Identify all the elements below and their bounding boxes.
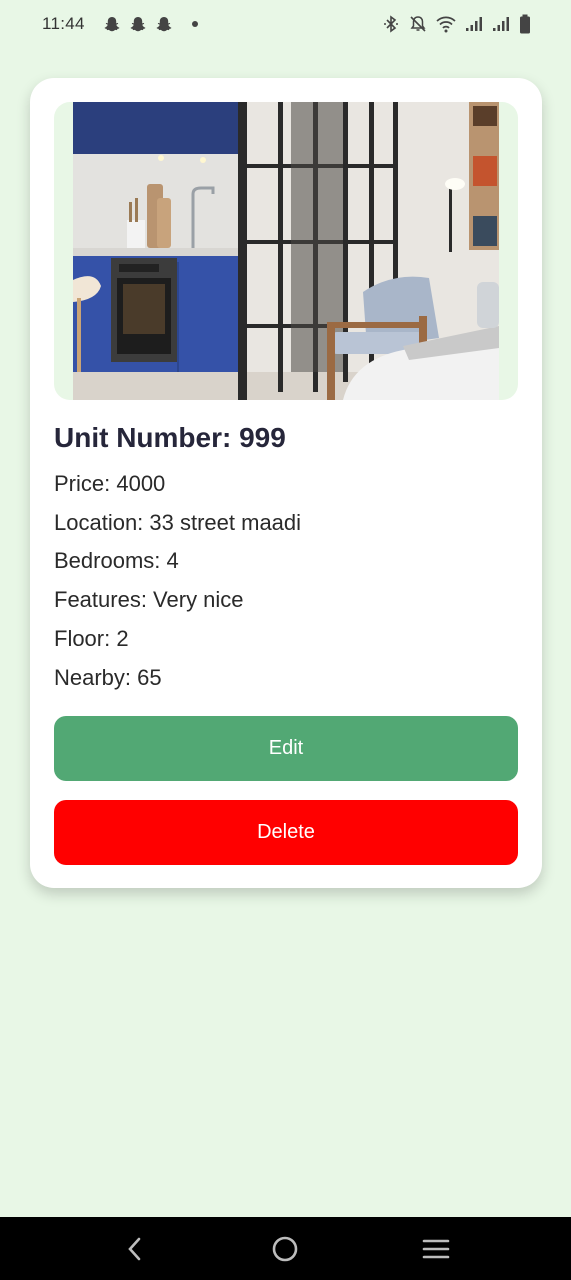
wifi-icon [436,15,456,33]
status-time: 11:44 [42,14,85,33]
unit-bedrooms: Bedrooms: 4 [54,548,179,573]
status-bar: 11:44 [0,0,571,48]
snapchat-icon [103,15,121,33]
unit-photo-frame [54,102,518,400]
unit-price: Price: 4000 [54,471,166,496]
unit-features: Features: Very nice [54,587,244,612]
navigation-bar [0,1217,571,1280]
edit-button[interactable]: Edit [54,716,518,781]
back-icon[interactable] [105,1224,165,1274]
bluetooth-icon [382,15,400,33]
status-right [382,14,531,34]
unit-floor: Floor: 2 [54,626,129,651]
delete-button[interactable]: Delete [54,800,518,865]
snapchat-icon [129,15,147,33]
signal-icon [465,15,483,33]
unit-location: Location: 33 street maadi [54,510,302,535]
mute-icon [409,15,427,33]
unit-nearby: Nearby: 65 [54,665,162,690]
home-icon[interactable] [255,1224,315,1274]
battery-icon [519,14,531,34]
snapchat-icon [155,15,173,33]
unit-card: Unit Number: 999 Price: 4000 Location: 3… [30,78,542,888]
signal-icon [492,15,510,33]
unit-title: Unit Number: 999 [54,422,286,453]
status-left: 11:44 [42,14,199,34]
unit-photo [73,102,499,400]
recents-icon[interactable] [406,1224,466,1274]
dot-icon [191,20,199,28]
